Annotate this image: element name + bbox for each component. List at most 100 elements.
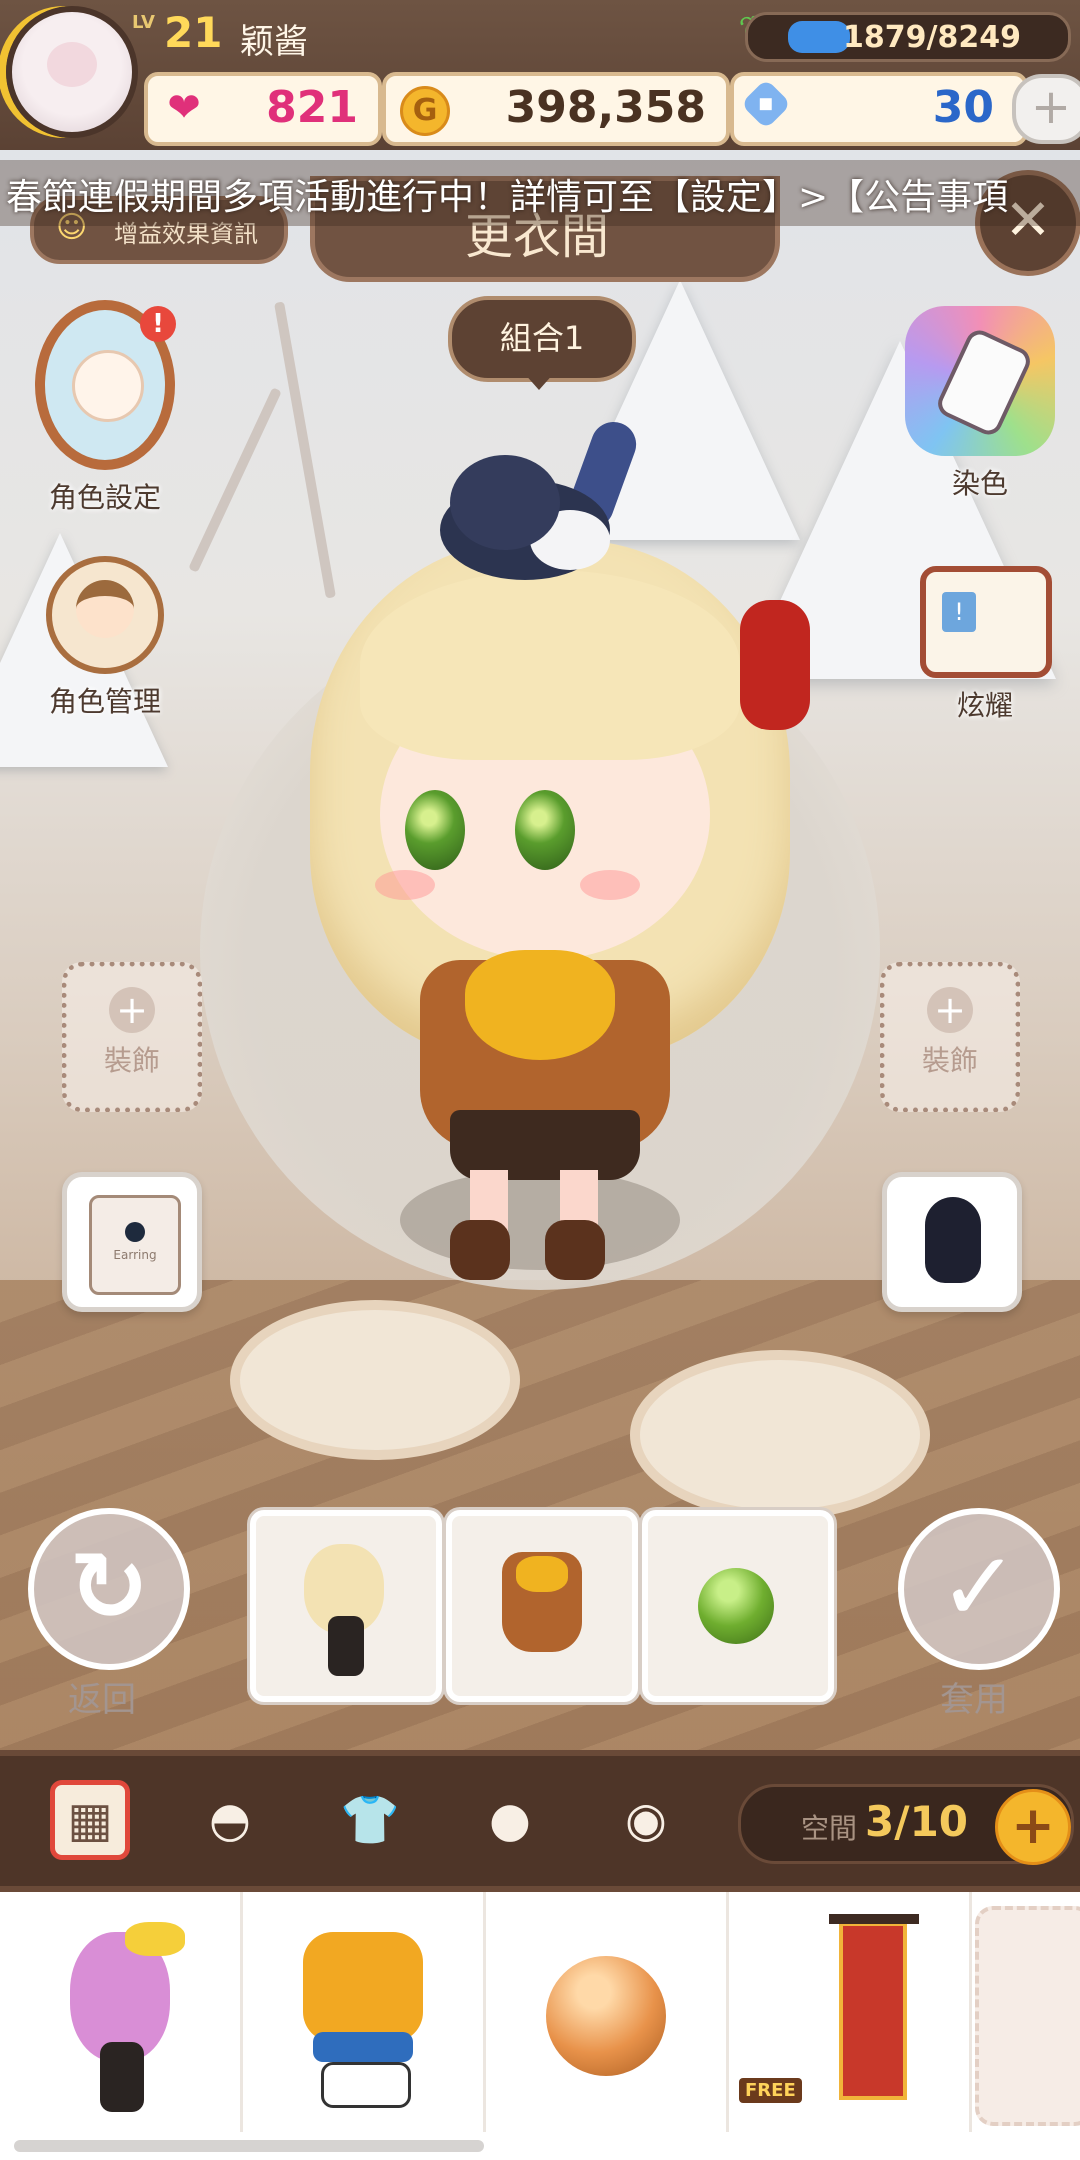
pet-slot[interactable] [882,1172,1022,1312]
right-blush [580,870,640,900]
tab-all-grid[interactable]: ▦ [50,1780,130,1860]
rainbow-dye-icon [905,306,1055,456]
player-avatar[interactable] [6,6,138,138]
dye-jar-icon [933,325,1035,440]
right-decoration-label: 裝飾 [921,1044,978,1077]
back-label: 返回 [68,1680,136,1720]
plus-icon: + [109,987,155,1033]
baby-face-icon [72,350,144,422]
body-silhouette [328,1616,364,1676]
yellow-bow-preview [125,1922,185,1956]
level-label: LV [132,12,155,33]
character-bangs [360,570,740,760]
expand-space-button[interactable]: + [995,1789,1071,1865]
left-eye [405,790,465,870]
left-blush [375,870,435,900]
item-next-partial[interactable] [975,1906,1080,2126]
magpie-hat [430,415,643,590]
banner-pole [829,1914,919,1924]
character-swap-icon [46,556,164,674]
dye-button[interactable]: 染色 [890,306,1070,502]
plus-icon: + [927,987,973,1033]
left-boot [450,1220,510,1280]
outfit-combo-button[interactable]: 組合1 [448,296,636,382]
item-shelf: FREE [0,1892,1080,2160]
exp-bar: 1879/8249 [745,12,1071,62]
avatar-portrait [47,42,97,87]
earring-text: Earring [113,1248,157,1262]
exp-bar-fill [788,21,850,53]
apply-button[interactable]: ✓ [898,1508,1060,1670]
red-banner-preview [839,1922,907,2100]
gold-coin-icon: G [400,86,450,136]
equipped-eye-thumbnail[interactable] [642,1510,834,1702]
right-boot [545,1220,605,1280]
tab-face-accessory[interactable]: ◉ [606,1780,686,1860]
left-decoration-slot[interactable]: + 裝飾 [62,962,202,1112]
orange-eye-preview [546,1956,666,2076]
heart-icon: ❤ [167,85,201,131]
space-label: 空間 [801,1812,858,1845]
space-value: 3/10 [865,1797,969,1846]
apply-label: 套用 [940,1680,1008,1720]
earring-slot[interactable]: Earring [62,1172,202,1312]
category-toolbar: ▦ ◓ 👕 ● ◉ 空間 3/10 + [0,1750,1080,1892]
red-hair-bow [740,600,810,730]
level-value: 21 [164,8,223,57]
earring-card: Earring [89,1195,181,1295]
equipped-outfit-thumbnail[interactable] [446,1510,638,1702]
announcement-marquee: 春節連假期間多項活動進行中！詳情可至【設定】>【公告事項 [0,160,1080,226]
player-name: 颖酱 [240,22,308,62]
gem-icon: ◆ [740,78,792,130]
gold-counter[interactable]: G 398,358 [382,72,730,146]
item-pink-hair[interactable] [0,1892,243,2132]
announcement-text: 春節連假期間多項活動進行中！詳情可至【設定】>【公告事項 [6,177,1009,218]
exp-text: 1879/8249 [843,20,1021,55]
tab-face[interactable]: ● [470,1780,550,1860]
item-yellow-sweater[interactable] [243,1892,486,2132]
item-orange-eye[interactable] [486,1892,729,2132]
earring-icon [125,1222,145,1242]
dye-label: 染色 [951,467,1008,500]
gems-value: 30 [932,82,994,133]
add-currency-button[interactable]: + [1012,74,1080,144]
bare-tree-branch [188,387,282,573]
green-eye-preview [698,1568,774,1644]
mirror-icon: ! [35,300,176,470]
hearts-counter[interactable]: ❤ 821 [144,72,382,146]
gems-counter[interactable]: ◆ 30 [730,72,1028,146]
shoes-preview [321,2062,411,2108]
character-manage-button[interactable]: 角色管理 [30,556,180,720]
shelf-scrollbar[interactable] [14,2140,484,2152]
combo-pointer [523,372,555,390]
left-decoration-label: 裝飾 [103,1044,160,1077]
right-decoration-slot[interactable]: + 裝飾 [880,962,1020,1112]
body-silhouette [100,2042,144,2112]
free-badge: FREE [739,2078,802,2103]
canvas-brush-icon: ! [920,566,1052,678]
yellow-scarf [465,950,615,1060]
tab-clothing[interactable]: 👕 [330,1780,410,1860]
hearts-value: 821 [266,82,358,133]
right-eye [515,790,575,870]
round-rug [230,1300,520,1460]
magpie-head [450,455,560,550]
character-settings-label: 角色設定 [48,481,161,514]
item-banner[interactable]: FREE [729,1892,972,2132]
round-rug [630,1350,930,1520]
brag-button[interactable]: ! 炫耀 [920,566,1052,724]
character-settings-button[interactable]: ! 角色設定 [30,300,180,516]
sweater-preview [303,1932,423,2042]
dressed-character[interactable] [290,415,810,1300]
space-counter: 空間 3/10 + [738,1784,1074,1865]
alert-badge-icon: ! [140,306,176,342]
tab-hair[interactable]: ◓ [190,1780,270,1860]
brag-label: 炫耀 [956,689,1013,722]
character-manage-label: 角色管理 [48,685,161,718]
shorts-preview [313,2032,413,2062]
top-hud: LV 21 颖酱 ❦ 1879/8249 ❤ 821 G 398,358 ◆ 3… [0,0,1080,150]
equipped-hair-thumbnail[interactable] [250,1510,442,1702]
back-button[interactable]: ↻ [28,1508,190,1670]
character-head-icon [76,580,134,638]
scarf-preview [516,1556,568,1592]
